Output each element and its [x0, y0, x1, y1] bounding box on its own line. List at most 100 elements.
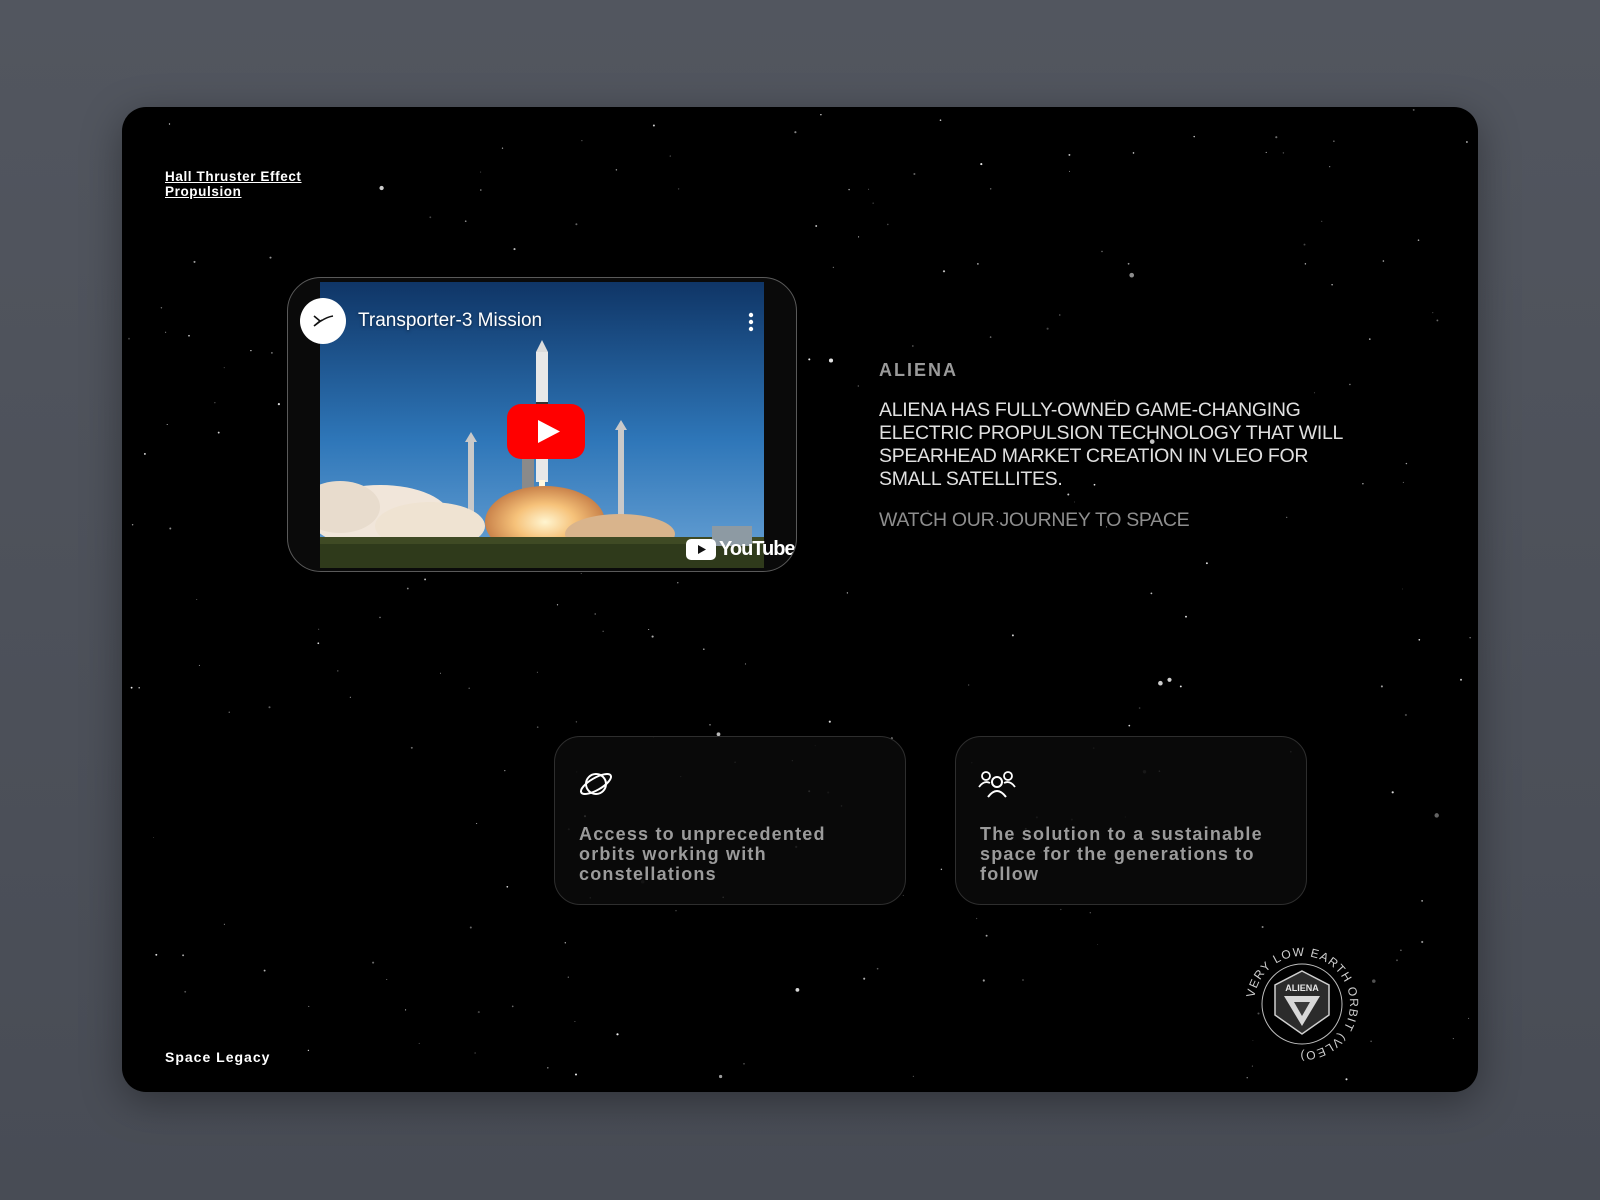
- star: [165, 331, 167, 333]
- star: [1185, 615, 1187, 618]
- star: [1434, 813, 1439, 818]
- star: [1391, 791, 1394, 794]
- star: [848, 188, 850, 191]
- star: [1286, 516, 1288, 519]
- star: [1421, 940, 1424, 944]
- star: [1400, 949, 1402, 952]
- star: [131, 523, 134, 526]
- star: [317, 642, 320, 645]
- star: [828, 358, 834, 363]
- star: [379, 616, 381, 619]
- star: [677, 582, 679, 584]
- star: [318, 628, 320, 630]
- star: [872, 202, 874, 204]
- star: [1193, 135, 1195, 138]
- star: [223, 367, 225, 369]
- star: [709, 723, 711, 726]
- star: [1303, 243, 1306, 246]
- watch-journey-link[interactable]: WATCH OUR JOURNEY TO SPACE: [879, 509, 1190, 532]
- star: [669, 155, 671, 157]
- star: [1396, 959, 1398, 962]
- channel-avatar[interactable]: [300, 298, 346, 344]
- star: [975, 917, 978, 920]
- star: [575, 721, 578, 723]
- star: [337, 670, 339, 672]
- youtube-wordmark: YouTube: [719, 538, 796, 560]
- video-title[interactable]: Transporter-3 Mission: [358, 310, 542, 332]
- star: [912, 1075, 915, 1078]
- star: [1372, 979, 1376, 983]
- star: [1132, 152, 1135, 154]
- star: [1158, 680, 1163, 686]
- star: [989, 188, 992, 190]
- star: [1275, 136, 1278, 139]
- star: [277, 403, 280, 406]
- vertical-dots-icon[interactable]: [748, 312, 754, 332]
- star: [169, 527, 172, 530]
- star: [184, 990, 187, 993]
- star: [1205, 562, 1208, 565]
- star: [574, 1073, 578, 1076]
- star: [223, 923, 225, 925]
- star: [863, 977, 866, 980]
- star: [939, 119, 942, 121]
- star: [1046, 327, 1049, 330]
- star: [1321, 220, 1323, 223]
- star: [1331, 283, 1333, 286]
- star: [547, 1067, 549, 1069]
- youtube-logo-icon: [686, 539, 716, 560]
- star: [1282, 152, 1285, 154]
- star: [858, 236, 860, 238]
- vleo-badge: VERY LOW EARTH ORBIT (VLEO) ALIENA: [1243, 945, 1359, 1063]
- star: [410, 746, 413, 749]
- video-player[interactable]: Transporter-3 Mission YouTube: [287, 277, 797, 572]
- star: [1059, 314, 1061, 316]
- star: [128, 337, 130, 340]
- star: [815, 225, 818, 227]
- star: [474, 1052, 476, 1054]
- star: [1349, 383, 1351, 386]
- star: [506, 885, 509, 888]
- star: [153, 837, 155, 838]
- star: [902, 894, 904, 896]
- star: [982, 979, 985, 982]
- star: [1138, 707, 1141, 709]
- star: [198, 664, 200, 666]
- star: [1370, 1040, 1372, 1043]
- star: [130, 686, 133, 689]
- star: [501, 147, 504, 149]
- star: [1362, 483, 1364, 485]
- star: [155, 953, 158, 956]
- hall-thruster-link[interactable]: Hall Thruster Effect Propulsion: [165, 169, 365, 199]
- star: [406, 587, 409, 590]
- star: [1089, 912, 1091, 914]
- youtube-play-icon[interactable]: [507, 404, 585, 459]
- star: [270, 351, 273, 354]
- star: [476, 823, 478, 824]
- star: [977, 263, 979, 265]
- star: [196, 599, 198, 600]
- star: [1011, 634, 1014, 637]
- star: [832, 266, 835, 269]
- star: [1382, 260, 1385, 262]
- star: [602, 630, 604, 632]
- star: [168, 123, 171, 125]
- star: [1432, 312, 1434, 314]
- star: [1402, 481, 1404, 483]
- youtube-logo[interactable]: YouTube: [686, 538, 796, 561]
- star: [418, 1042, 420, 1044]
- star: [857, 385, 859, 387]
- star: [968, 684, 970, 686]
- star: [308, 1005, 310, 1007]
- star: [648, 628, 650, 631]
- star: [575, 223, 578, 226]
- star: [574, 1020, 576, 1023]
- star: [480, 171, 482, 173]
- star: [1380, 685, 1383, 688]
- star: [1251, 1065, 1253, 1067]
- star: [702, 648, 705, 651]
- star: [1246, 1077, 1248, 1079]
- star: [268, 706, 271, 709]
- star: [985, 934, 988, 937]
- star: [138, 686, 140, 689]
